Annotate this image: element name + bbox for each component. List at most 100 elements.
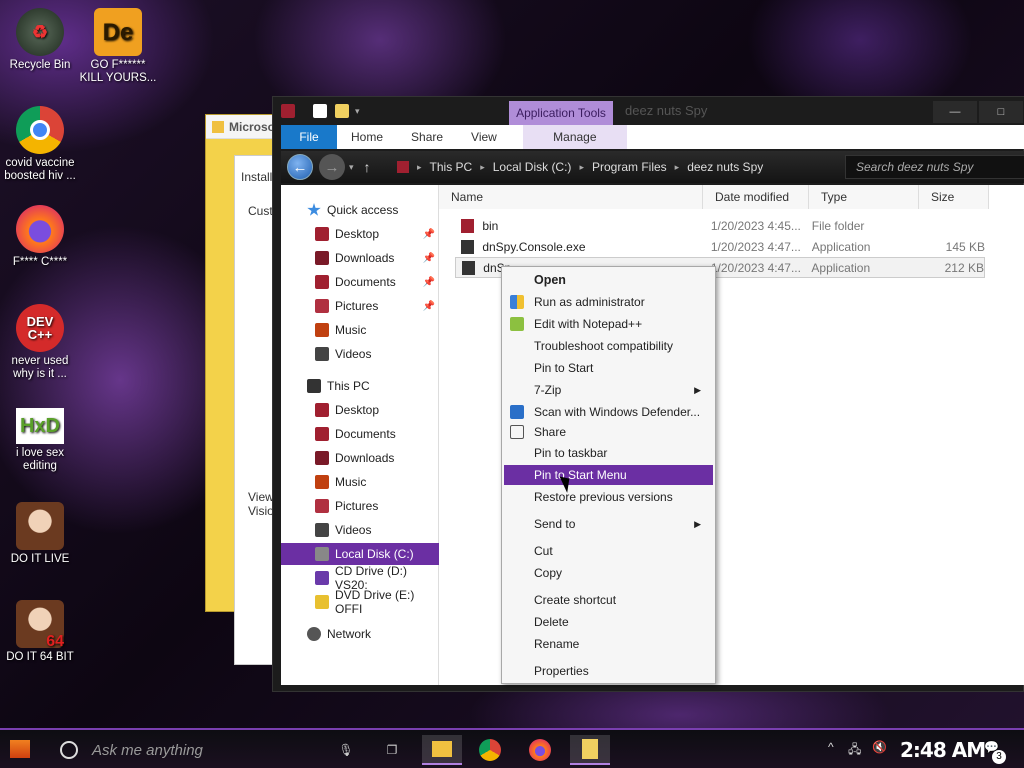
menu-run-as-admin[interactable]: Run as administrator bbox=[504, 292, 713, 312]
back-button[interactable]: ← bbox=[287, 154, 313, 180]
qat-dropdown-icon[interactable]: ▾ bbox=[355, 106, 360, 117]
desktop-icon-hxd[interactable]: HxD i love sex editing bbox=[0, 408, 80, 473]
pictures-icon bbox=[315, 499, 329, 513]
tab-home[interactable]: Home bbox=[337, 125, 397, 149]
desktop-icon-devcpp[interactable]: DEV C++ never used why is it ... bbox=[0, 304, 80, 381]
menu-troubleshoot[interactable]: Troubleshoot compatibility bbox=[504, 336, 713, 356]
nav-qa-music[interactable]: Music bbox=[281, 319, 439, 341]
new-folder-icon[interactable] bbox=[335, 104, 349, 118]
nav-qa-desktop[interactable]: Desktop 📌 bbox=[281, 223, 439, 245]
share-icon bbox=[510, 425, 524, 439]
tab-share[interactable]: Share bbox=[397, 125, 457, 149]
nav-network[interactable]: Network bbox=[281, 623, 439, 645]
file-row[interactable]: bin 1/20/2023 4:45... File folder bbox=[455, 215, 985, 236]
nav-dvd-drive[interactable]: DVD Drive (E:) OFFI bbox=[281, 588, 439, 616]
desktop-icon-chrome[interactable]: covid vaccine boosted hiv ... bbox=[0, 106, 80, 183]
menu-pin-to-start[interactable]: Pin to Start bbox=[504, 358, 713, 378]
nav-pc-videos[interactable]: Videos bbox=[281, 519, 439, 541]
search-input[interactable]: Search deez nuts Spy bbox=[845, 155, 1024, 179]
nav-qa-pictures[interactable]: Pictures 📌 bbox=[281, 295, 439, 317]
nav-pc-documents[interactable]: Documents bbox=[281, 423, 439, 445]
up-button[interactable]: ↑ bbox=[364, 159, 371, 175]
nav-qa-documents[interactable]: Documents 📌 bbox=[281, 271, 439, 293]
desktop-icon-firefox[interactable]: F**** C**** bbox=[0, 205, 80, 269]
menu-open[interactable]: Open bbox=[504, 270, 713, 290]
minimize-button[interactable]: — bbox=[933, 101, 977, 123]
column-name[interactable]: Name bbox=[439, 185, 703, 209]
menu-edit-notepadpp[interactable]: Edit with Notepad++ bbox=[504, 314, 713, 334]
volume-muted-icon[interactable]: 🔇 bbox=[872, 740, 887, 754]
nav-local-disk[interactable]: Local Disk (C:) bbox=[281, 543, 439, 565]
shield-icon bbox=[510, 295, 524, 309]
tab-file[interactable]: File bbox=[281, 125, 337, 149]
nav-cd-drive[interactable]: CD Drive (D:) VS20: bbox=[281, 564, 439, 592]
menu-rename[interactable]: Rename bbox=[504, 634, 713, 654]
documents-icon bbox=[315, 275, 329, 289]
desktop-icon-shortcut-2[interactable]: DO IT LIVE bbox=[0, 502, 80, 566]
application-tools-tab[interactable]: Application Tools bbox=[509, 101, 613, 125]
menu-7zip[interactable]: 7-Zip ▶ bbox=[504, 380, 713, 400]
column-size[interactable]: Size bbox=[919, 185, 989, 209]
breadcrumb-program-files[interactable]: Program Files bbox=[592, 160, 667, 174]
desktop-icon-label: covid vaccine boosted hiv ... bbox=[4, 157, 76, 182]
menu-pin-to-taskbar[interactable]: Pin to taskbar bbox=[504, 443, 713, 463]
forward-button[interactable]: → bbox=[319, 154, 345, 180]
clock[interactable]: 2:48 AM bbox=[900, 738, 986, 762]
taskbar-file-explorer[interactable] bbox=[422, 735, 462, 765]
microphone-icon[interactable]: 🎙 bbox=[326, 735, 366, 765]
menu-copy[interactable]: Copy bbox=[504, 563, 713, 583]
menu-restore-versions[interactable]: Restore previous versions bbox=[504, 487, 713, 507]
nav-pc-downloads[interactable]: Downloads bbox=[281, 447, 439, 469]
nav-qa-downloads[interactable]: Downloads 📌 bbox=[281, 247, 439, 269]
desktop-icon-shortcut-3[interactable]: 64 DO IT 64 BIT bbox=[0, 600, 80, 664]
column-type[interactable]: Type bbox=[809, 185, 919, 209]
menu-share[interactable]: Share bbox=[504, 422, 713, 442]
taskbar-installer[interactable] bbox=[570, 735, 610, 765]
nav-pc-pictures[interactable]: Pictures bbox=[281, 495, 439, 517]
nav-pc-desktop[interactable]: Desktop bbox=[281, 399, 439, 421]
tab-view[interactable]: View bbox=[457, 125, 511, 149]
window-title: deez nuts Spy bbox=[625, 103, 708, 118]
menu-properties[interactable]: Properties bbox=[504, 661, 713, 681]
desktop-icon-recycle-bin[interactable]: ♻ Recycle Bin bbox=[0, 8, 80, 72]
dvd-drive-icon bbox=[315, 595, 329, 609]
taskbar: Ask me anything 🎙 ❐ ^ 🖧 🔇 2:48 AM 💬 3 bbox=[0, 728, 1024, 768]
pin-icon: 📌 bbox=[422, 228, 435, 240]
menu-cut[interactable]: Cut bbox=[504, 541, 713, 561]
taskbar-chrome[interactable] bbox=[470, 735, 510, 765]
breadcrumb-current-folder[interactable]: deez nuts Spy bbox=[687, 160, 763, 174]
menu-delete[interactable]: Delete bbox=[504, 612, 713, 632]
nav-this-pc[interactable]: This PC bbox=[281, 375, 439, 397]
notification-badge: 3 bbox=[992, 750, 1006, 764]
nav-pc-music[interactable]: Music bbox=[281, 471, 439, 493]
start-button[interactable] bbox=[0, 729, 40, 768]
firefox-icon bbox=[529, 739, 551, 761]
music-icon bbox=[315, 323, 329, 337]
nav-qa-videos[interactable]: Videos bbox=[281, 343, 439, 365]
menu-pin-to-start-menu[interactable]: Pin to Start Menu bbox=[504, 465, 713, 485]
taskbar-search[interactable]: Ask me anything bbox=[52, 736, 322, 764]
desktop-icon-shortcut-1[interactable]: De GO F****** KILL YOURS... bbox=[78, 8, 158, 85]
nav-quick-access[interactable]: Quick access bbox=[281, 199, 439, 221]
network-tray-icon[interactable]: 🖧 bbox=[848, 740, 861, 761]
menu-scan-defender[interactable]: Scan with Windows Defender... bbox=[504, 402, 713, 422]
firefox-icon bbox=[16, 205, 64, 253]
file-row[interactable]: dnSpy.Console.exe 1/20/2023 4:47... Appl… bbox=[455, 236, 985, 257]
videos-icon bbox=[315, 523, 329, 537]
breadcrumb-local-disk[interactable]: Local Disk (C:) bbox=[493, 160, 572, 174]
taskbar-firefox[interactable] bbox=[520, 735, 560, 765]
tab-manage[interactable]: Manage bbox=[522, 125, 627, 149]
star-icon bbox=[307, 203, 321, 216]
windows-logo-icon bbox=[10, 740, 30, 758]
menu-send-to[interactable]: Send to ▶ bbox=[504, 514, 713, 534]
show-hidden-icons[interactable]: ^ bbox=[828, 740, 834, 754]
breadcrumb-this-pc[interactable]: This PC bbox=[430, 160, 473, 174]
recent-locations-icon[interactable]: ▾ bbox=[349, 162, 354, 173]
maximize-button[interactable]: □ bbox=[979, 101, 1023, 123]
app-icon bbox=[281, 104, 295, 118]
background-installer-window[interactable]: Microso Installa Custo Viewe Visio bbox=[205, 114, 281, 665]
menu-create-shortcut[interactable]: Create shortcut bbox=[504, 590, 713, 610]
properties-icon[interactable] bbox=[313, 104, 327, 118]
task-view-icon[interactable]: ❐ bbox=[372, 735, 412, 765]
column-date-modified[interactable]: Date modified bbox=[703, 185, 809, 209]
